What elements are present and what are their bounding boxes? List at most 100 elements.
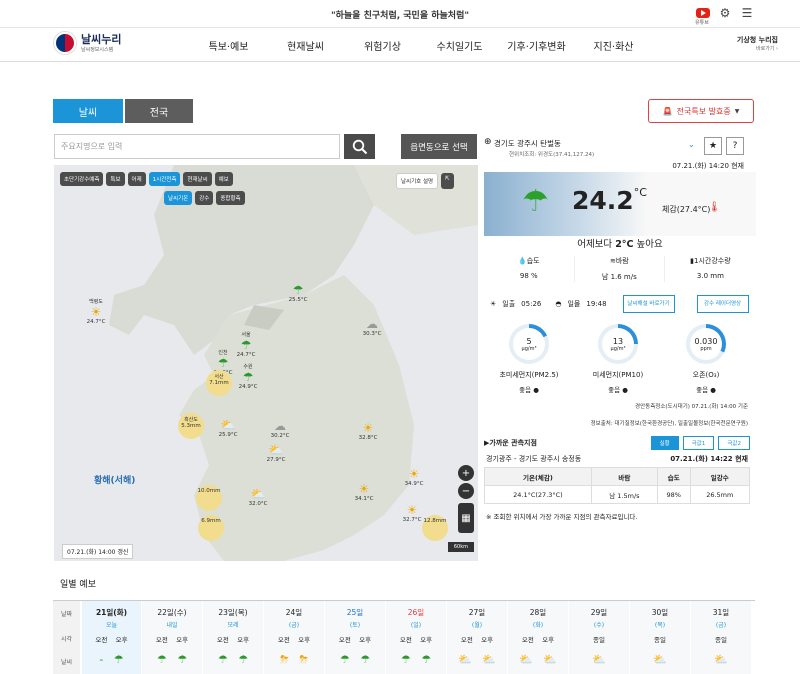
chip-current[interactable]: 현재날씨 <box>183 172 212 186</box>
youtube-icon[interactable]: 유튜브 <box>695 8 710 26</box>
day-column[interactable]: 28일 (화) 오전 오후 ⛅ ⛅ <box>507 601 568 674</box>
zoom-in-button[interactable]: + <box>458 465 474 481</box>
menu-item-hazard[interactable]: 위험기상 <box>344 38 421 53</box>
day-sub: 모레 <box>227 622 239 629</box>
day-column[interactable]: 27일 (월) 오전 오후 ⛅ ⛅ <box>446 601 507 674</box>
search-button[interactable] <box>344 134 375 159</box>
am-label: 오전 <box>155 636 168 644</box>
day-column[interactable]: 31일 (금) 종일 ⛅ <box>690 601 751 674</box>
day-column[interactable]: 29일 (수) 종일 ⛅ <box>568 601 629 674</box>
chip-rain[interactable]: 강수 <box>195 191 214 205</box>
thermometer-icon: 🌡 <box>708 202 721 213</box>
location-pin-icon: ⊕ <box>484 137 492 147</box>
city-marker[interactable]: ☁ 30.3°C <box>360 317 384 337</box>
day-date: 23일(목) <box>218 608 248 617</box>
menu-item-current[interactable]: 현재날씨 <box>267 38 344 53</box>
pm-label: 오후 <box>420 636 433 644</box>
city-marker[interactable]: ☀ 32.8°C <box>356 421 380 441</box>
city-marker[interactable]: ☀ 34.9°C <box>402 467 426 487</box>
day-column[interactable]: 26일 (일) 오전 오후 ☂ ☂ <box>385 601 446 674</box>
menu-item-numerical[interactable]: 수치일기도 <box>421 38 498 53</box>
search-input[interactable]: 주요지명으로 입력 <box>54 134 340 159</box>
chip-yesterday[interactable]: 어제 <box>127 172 146 186</box>
day-sub: (일) <box>410 622 422 629</box>
chip-forecast[interactable]: 예보 <box>214 172 233 186</box>
dong-select-button[interactable]: 읍면동으로 선택 <box>401 134 477 159</box>
city-marker[interactable]: 흑산도 5.3mm <box>178 413 204 439</box>
logo[interactable]: 날씨누리 날씨정보시스템 <box>54 32 121 54</box>
location-coord: 현위치조회: 위경도(37.41,127.24) <box>509 152 595 158</box>
day-weather-icons: ☂ ☂ <box>325 653 385 666</box>
weather-icon: ⛅ <box>458 653 472 666</box>
feel-temp: 체감(27.4°C) <box>662 205 711 214</box>
city-marker[interactable]: 6.9mm <box>198 515 224 541</box>
tab-weather[interactable]: 날씨 <box>53 99 123 123</box>
zoom-out-button[interactable]: − <box>458 483 474 499</box>
tab-extreme2[interactable]: 극값2 <box>718 436 750 450</box>
am-label: 오전 <box>216 636 229 644</box>
allday-label: 종일 <box>715 636 727 644</box>
menu-item-earthquake[interactable]: 지진·화산 <box>575 38 652 53</box>
droplet-icon: 💧 <box>517 257 527 265</box>
city-marker[interactable]: 서울 ☂ 24.7°C <box>234 331 258 358</box>
day-weather-icons: - ☂ <box>82 653 141 666</box>
city-marker[interactable]: ⛅ 27.9°C <box>264 443 288 463</box>
observation-time: 07.21.(화) 14:20 현재 <box>672 162 744 170</box>
chip-hour-ago[interactable]: 1시간전측 <box>148 172 181 186</box>
city-marker[interactable]: ⛅ 32.0°C <box>246 487 270 507</box>
day-column[interactable]: 22일(수) 내일 오전 오후 ☂ ☂ <box>141 601 202 674</box>
chip-temp[interactable]: 날씨기온 <box>164 191 193 205</box>
city-marker[interactable]: ☀ 34.1°C <box>352 482 376 502</box>
tab-nation[interactable]: 전국 <box>125 99 193 123</box>
day-column[interactable]: 21일(화) 오늘 오전 오후 - ☂ <box>81 601 141 674</box>
day-weather-icons: ⛅ <box>630 653 690 666</box>
day-weather-icons: ⛅ ⛅ <box>447 653 507 666</box>
city-marker[interactable]: ☁ 30.2°C <box>268 419 292 439</box>
tab-extreme1[interactable]: 극값1 <box>682 436 715 450</box>
caret-down-icon: ▼ <box>734 107 740 115</box>
commentary-button[interactable]: 날씨해설 바로가기 <box>622 295 675 313</box>
weather-icon: ⛅ <box>714 653 728 666</box>
menu-item-climate[interactable]: 기후·기후변화 <box>498 38 575 53</box>
layer-icon[interactable]: ▦ <box>458 503 474 533</box>
legend-button[interactable]: 날씨기호 설명 <box>396 173 439 189</box>
weather-map[interactable]: 초단기강수예측 특보 어제 1시간전측 현재날씨 예보 날씨기온 강수 종합황측… <box>54 165 478 561</box>
day-date: 30일 <box>651 608 669 617</box>
day-column[interactable]: 30일 (목) 종일 ⛅ <box>629 601 690 674</box>
alert-button[interactable]: 🚨 전국특보 발효중 ▼ <box>648 99 754 123</box>
star-icon[interactable]: ★ <box>704 137 722 155</box>
external-link-icon[interactable]: ⇱ <box>441 173 454 189</box>
help-icon[interactable]: ? <box>726 137 744 155</box>
table-row: 24.1°C(27.3°C) 남 1.5m/s 98% 26.5mm <box>484 485 751 504</box>
day-column[interactable]: 23일(목) 모레 오전 오후 ☂ ☂ <box>202 601 263 674</box>
city-marker[interactable]: 백령도 ☀ 24.7°C <box>84 298 108 325</box>
kma-link-title: 기상청 누리집 <box>736 36 778 44</box>
menu-item-forecast[interactable]: 특보·예보 <box>190 38 267 53</box>
day-weather-icons: ⛈ ⛈ <box>264 653 324 667</box>
day-column[interactable]: 25일 (토) 오전 오후 ☂ ☂ <box>324 601 385 674</box>
day-date: 21일(화) <box>95 608 128 617</box>
city-marker[interactable]: ⛅ 25.9°C <box>216 418 240 438</box>
city-marker[interactable]: 서산 7.1mm <box>206 370 232 396</box>
city-marker[interactable]: 10.0mm <box>196 485 222 511</box>
am-label: 오전 <box>338 636 351 644</box>
observation-table: 기온(체감) 바람 습도 일강수 24.1°C(27.3°C) 남 1.5m/s 98% 2… <box>484 467 751 504</box>
menu-icon[interactable]: ☰ <box>740 6 754 20</box>
radar-button[interactable]: 강수 레이더영상 <box>696 295 749 313</box>
am-label: 오전 <box>277 636 290 644</box>
kma-link[interactable]: 기상청 누리집 바로가기 › <box>737 35 778 52</box>
gear-icon[interactable]: ⚙ <box>718 6 732 20</box>
day-times: 종일 <box>569 634 629 644</box>
city-marker[interactable]: 수원 ☂ 24.9°C <box>236 363 260 390</box>
chip-overall[interactable]: 종합황측 <box>216 191 245 205</box>
city-marker[interactable]: ☂ 25.5°C <box>286 283 310 303</box>
tab-live[interactable]: 실황 <box>650 436 679 450</box>
chevron-down-icon[interactable]: ⌄ <box>688 140 695 149</box>
city-marker[interactable]: ☀ 32.7°C <box>400 503 424 523</box>
city-marker[interactable]: 12.8mm <box>422 515 448 541</box>
chip-nowcast[interactable]: 초단기강수예측 <box>60 172 104 186</box>
slogan: "하늘을 친구처럼, 국민을 하늘처럼" <box>330 11 470 21</box>
chip-warning[interactable]: 특보 <box>106 172 125 186</box>
day-date: 29일 <box>590 608 608 617</box>
day-column[interactable]: 24일 (금) 오전 오후 ⛈ ⛈ <box>263 601 324 674</box>
